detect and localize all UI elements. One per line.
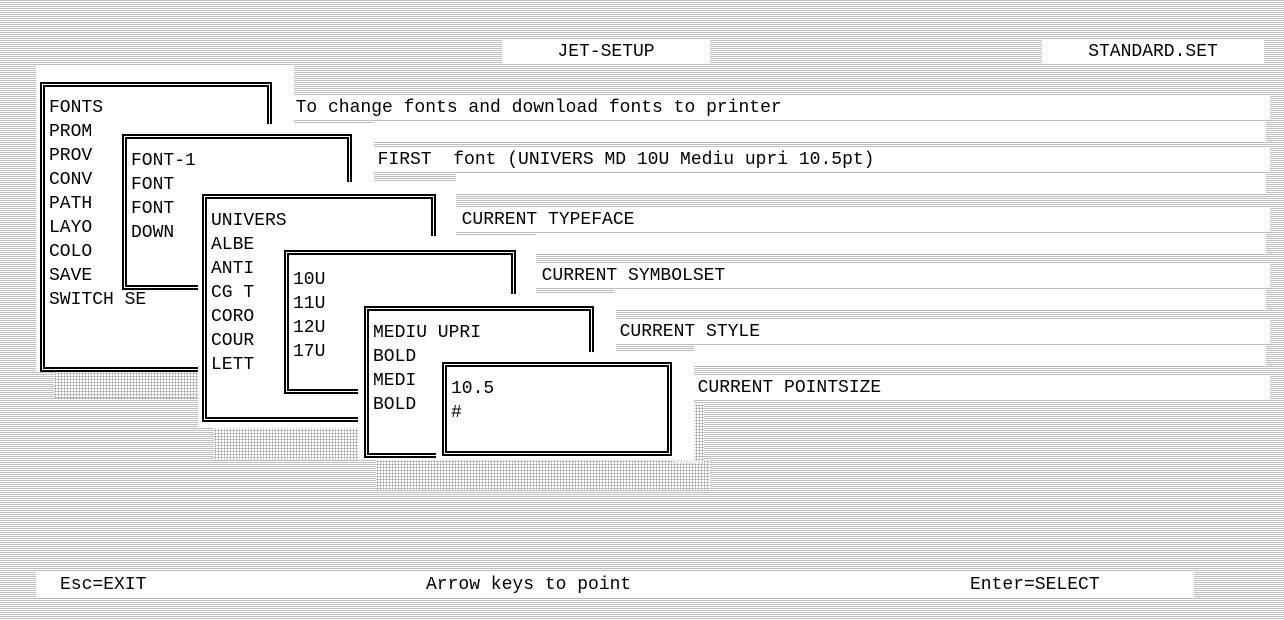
hint-main: < To change fonts and download fonts to … — [270, 96, 1270, 120]
menu-style-item-bold[interactable]: BOLD — [369, 345, 416, 369]
menu-pointsize: 10.5 # — [442, 362, 672, 456]
menu-typeface-item-cour[interactable]: COUR — [207, 329, 254, 353]
menu-typeface-item-cgt[interactable]: CG T — [207, 281, 254, 305]
shadow-style — [376, 460, 710, 490]
menu-typeface-item-anti[interactable]: ANTI — [207, 257, 254, 281]
hint-main-blank — [374, 121, 1266, 141]
menu-symbolset-item-17u[interactable]: 17U — [289, 340, 325, 364]
menu-typeface-item-lett[interactable]: LETT — [207, 353, 254, 377]
hint-style-blank — [694, 345, 1266, 365]
hint-fonts: < FIRST font (UNIVERS MD 10U Mediu upri … — [352, 148, 1270, 172]
menu-fonts-item-font3[interactable]: FONT — [127, 197, 174, 221]
hint-pointsize: < CURRENT POINTSIZE — [672, 376, 1270, 400]
menu-typeface-item-univers[interactable]: UNIVERS — [207, 209, 425, 233]
menu-style-item-bold2[interactable]: BOLD — [369, 393, 416, 417]
menu-main-item-switch[interactable]: SWITCH SE — [45, 288, 146, 312]
menu-fonts-item-font2[interactable]: FONT — [127, 173, 174, 197]
hint-symbolset-blank — [614, 289, 1266, 309]
menu-symbolset-item-12u[interactable]: 12U — [289, 316, 325, 340]
shadow-typeface — [214, 426, 360, 460]
menu-style-item-medi[interactable]: MEDI — [369, 369, 416, 393]
footer-select[interactable]: Enter=SELECT — [970, 573, 1100, 597]
menu-pointsize-item-custom[interactable]: # — [447, 401, 462, 425]
menu-main-item-prov[interactable]: PROV — [45, 144, 92, 168]
footer-exit[interactable]: Esc=EXIT — [60, 573, 146, 597]
footer-hint: Arrow keys to point — [426, 575, 632, 595]
menu-main-item-save[interactable]: SAVE — [45, 264, 92, 288]
menu-pointsize-item-10-5[interactable]: 10.5 — [447, 377, 661, 401]
header-file: STANDARD.SET — [1042, 40, 1264, 64]
hint-fonts-blank — [456, 173, 1266, 193]
menu-fonts-item-down[interactable]: DOWN — [127, 221, 174, 245]
hint-style: < CURRENT STYLE — [594, 320, 1270, 344]
menu-fonts-item-font1[interactable]: FONT-1 — [127, 149, 341, 173]
header-title: JET-SETUP — [502, 40, 710, 64]
hint-symbolset: < CURRENT SYMBOLSET — [516, 264, 1270, 288]
menu-main-item-conv[interactable]: CONV — [45, 168, 92, 192]
menu-symbolset-item-10u[interactable]: 10U — [289, 268, 505, 292]
menu-style-item-mediu-upri[interactable]: MEDIU UPRI — [369, 321, 583, 345]
menu-main-item-path[interactable]: PATH — [45, 192, 92, 216]
menu-typeface-item-albe[interactable]: ALBE — [207, 233, 254, 257]
menu-main-item-prom[interactable]: PROM — [45, 120, 92, 144]
menu-typeface-item-coro[interactable]: CORO — [207, 305, 254, 329]
menu-main-item-layo[interactable]: LAYO — [45, 216, 92, 240]
hint-typeface-blank — [536, 233, 1266, 253]
menu-main-item-colo[interactable]: COLO — [45, 240, 92, 264]
menu-symbolset-item-11u[interactable]: 11U — [289, 292, 325, 316]
menu-main-item-fonts[interactable]: FONTS — [45, 96, 261, 120]
hint-typeface: < CURRENT TYPEFACE — [436, 208, 1270, 232]
